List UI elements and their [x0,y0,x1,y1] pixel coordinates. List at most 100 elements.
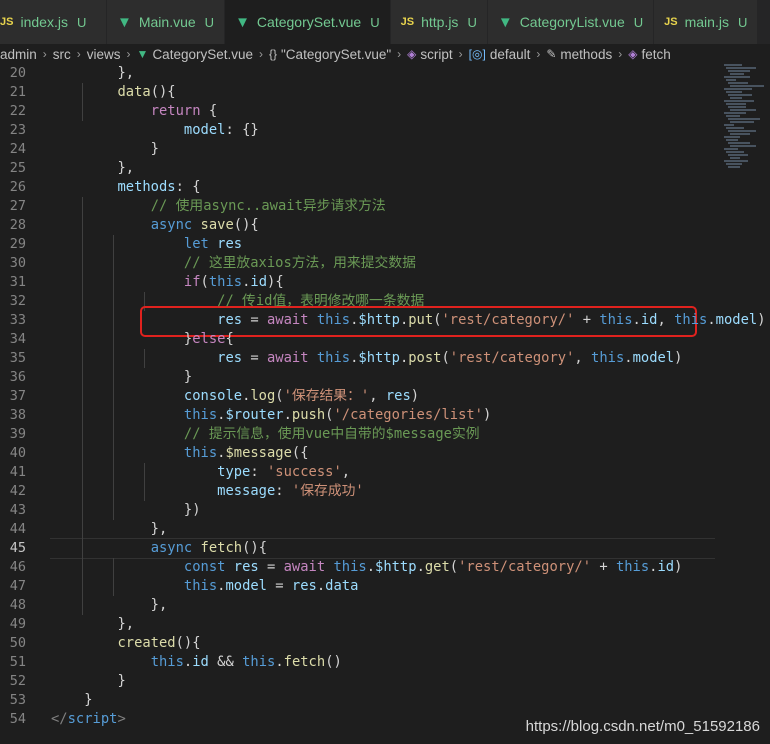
wrench-icon: ✎ [546,47,557,61]
code-line[interactable]: 35 res = await this.$http.post('rest/cat… [0,349,720,368]
code-line[interactable]: 23 model: {} [0,121,720,140]
code-token: } [51,369,193,385]
breadcrumb-file[interactable]: ▼ CategorySet.vue › [137,47,269,62]
code-line[interactable]: 50 created(){ [0,634,720,653]
tab-categorylist-vue[interactable]: ▼ CategoryList.vue U [487,0,655,44]
tab-categoryset-vue[interactable]: ▼ CategorySet.vue U [225,0,391,44]
code-token: }, [51,521,168,537]
code-token: let [183,236,209,252]
minimap-line [724,136,740,138]
code-token: model [225,578,267,594]
code-line[interactable]: 32 // 传id值，表明修改哪一条数据 [0,292,720,311]
breadcrumb-component[interactable]: {} "CategorySet.vue" › [269,47,407,62]
code-line[interactable]: 53 } [0,691,720,710]
code-line[interactable]: 43 }) [0,501,720,520]
line-number: 50 [9,635,26,651]
code-line[interactable]: 52 } [0,672,720,691]
code-line[interactable]: 28 async save(){ [0,216,720,235]
minimap-line [724,76,750,78]
code-line[interactable]: 39 // 提示信息，使用vue中自带的$message实例 [0,425,720,444]
code-token: . [316,578,326,594]
code-token: = [258,559,284,575]
code-token: ( [200,274,209,290]
code-line[interactable]: 38 this.$router.push('/categories/list') [0,406,720,425]
code-line[interactable]: 26 methods: { [0,178,720,197]
code-line[interactable]: 49 }, [0,615,720,634]
code-token: this [591,350,625,366]
code-line[interactable]: 20 }, [0,64,720,83]
code-token: }, [51,597,168,613]
code-token: data [325,578,359,594]
code-line[interactable]: 31 if(this.id){ [0,273,720,292]
code-line[interactable]: 44 }, [0,520,720,539]
code-token: // 使用async..await异步请求方法 [150,198,386,214]
code-token: . [366,559,376,575]
tab-http-js[interactable]: JS http.js U [390,0,488,44]
breadcrumb-default[interactable]: [◎] default › [469,47,547,62]
tab-main-vue[interactable]: ▼ Main.vue U [107,0,226,44]
line-number: 25 [9,160,26,176]
code-line[interactable]: 30 // 这里放axios方法，用来提交数据 [0,254,720,273]
code-line[interactable]: 51 this.id && this.fetch() [0,653,720,672]
code-line[interactable]: 36 } [0,368,720,387]
code-line[interactable]: 40 this.$message({ [0,444,720,463]
code-line[interactable]: 37 console.log('保存结果：', res) [0,387,720,406]
code-token: }, [51,65,135,81]
code-token: : [275,483,292,499]
breadcrumb-views[interactable]: views › [87,47,137,62]
code-token: methods [117,179,176,195]
code-token: put [408,312,434,328]
code-line[interactable]: 29 let res [0,235,720,254]
line-number: 39 [9,426,26,442]
code-token: this [208,274,243,290]
code-line[interactable]: 27 // 使用async..await异步请求方法 [0,197,720,216]
breadcrumb-script[interactable]: ◈ script › [407,47,469,62]
breadcrumb-src[interactable]: src › [53,47,87,62]
breadcrumb-methods[interactable]: ✎ methods › [546,47,628,62]
code-token: }, [51,160,135,176]
code-line[interactable]: 46 const res = await this.$http.get('res… [0,558,720,577]
code-editor[interactable]: 20 }, 21 data(){22 return {23 model: {} 24… [0,64,770,744]
code-line[interactable]: 22 return { [0,102,720,121]
breadcrumb-fetch[interactable]: ◈ fetch [628,47,671,62]
tab-index-js[interactable]: JS index.js U [0,0,107,44]
code-token: = [242,312,267,328]
code-token: , [657,312,675,328]
minimap[interactable] [720,64,770,184]
minimap-line [724,148,738,150]
code-token: ) [757,312,766,328]
code-line[interactable]: 42 message: '保存成功' [0,482,720,501]
tab-label: http.js [421,14,459,30]
code-line[interactable]: 45 async fetch(){ [0,539,720,558]
code-line[interactable]: 24 } [0,140,720,159]
line-number: 37 [9,388,26,404]
code-text: } [51,672,126,691]
code-token: // 这里放axios方法，用来提交数据 [183,255,416,271]
code-line[interactable]: 21 data(){ [0,83,720,102]
code-text: let res [51,235,242,254]
code-text: } [51,368,192,387]
breadcrumb-admin[interactable]: admin › [0,47,53,62]
tab-main-js[interactable]: JS main.js U [654,0,759,44]
code-line[interactable]: 25 }, [0,159,720,178]
code-text: // 提示信息，使用vue中自带的$message实例 [51,425,480,444]
code-text: // 传id值，表明修改哪一条数据 [51,292,424,311]
code-token: && [208,654,243,670]
minimap-line [728,166,740,168]
code-line[interactable]: 34 }else{ [0,330,720,349]
code-line[interactable]: 48 }, [0,596,720,615]
chevron-right-icon: › [618,47,623,61]
code-line[interactable]: 33 res = await this.$http.put('rest/cate… [0,311,766,330]
code-line[interactable]: 47 this.model = res.data [0,577,720,596]
tab-label: index.js [20,14,68,30]
code-line[interactable]: 41 type: 'success', [0,463,720,482]
code-token: } [51,673,126,689]
minimap-line [724,160,748,162]
